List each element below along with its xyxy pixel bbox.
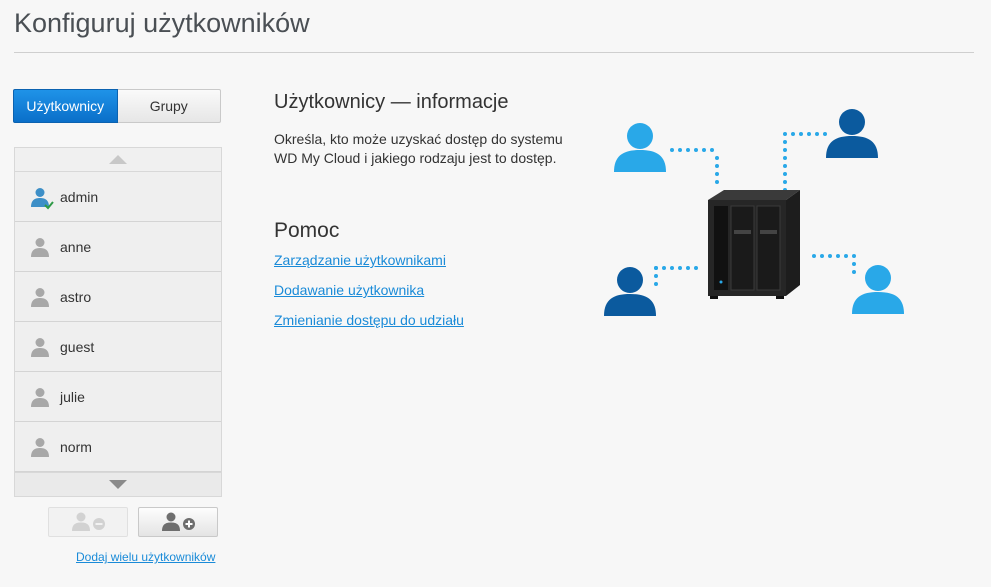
title-divider [14,52,974,53]
person-icon [826,109,878,158]
help-link-change-share-access[interactable]: Zmienianie dostępu do udziału [274,312,464,328]
page-title: Konfiguruj użytkowników [14,8,310,38]
user-icon [29,386,51,408]
user-name: norm [60,438,92,455]
bulk-add-users-link[interactable]: Dodaj wielu użytkowników [76,550,215,564]
check-icon [44,200,54,209]
user-row-julie[interactable]: julie [15,372,221,422]
user-icon [29,436,51,458]
info-title: Użytkownicy — informacje [274,91,509,113]
help-link-manage-users[interactable]: Zarządzanie użytkownikami [274,252,446,268]
tab-bar: Użytkownicy Grupy [13,89,221,123]
info-description: Określa, kto może uzyskać dostęp do syst… [274,131,563,166]
user-name: anne [60,238,92,255]
user-name: guest [60,338,95,355]
user-minus-icon [72,512,105,531]
tab-groups[interactable]: Grupy [117,89,221,123]
help-link-add-user[interactable]: Dodawanie użytkownika [274,282,424,298]
user-row-admin[interactable]: admin [15,172,221,222]
arrow-up-icon [109,155,127,164]
user-row-guest[interactable]: guest [15,322,221,372]
person-icon [614,123,666,172]
user-row-norm[interactable]: norm [15,422,221,472]
person-icon [852,265,904,314]
user-icon [29,236,51,258]
user-name: admin [60,188,99,205]
user-row-anne[interactable]: anne [15,222,221,272]
nas-device-icon [708,190,800,299]
admin-user-icon [29,186,54,209]
user-name: astro [60,288,92,305]
add-user-button[interactable] [138,507,218,537]
tab-users[interactable]: Użytkownicy [13,89,118,123]
user-plus-icon [162,512,195,531]
help-title: Pomoc [274,219,340,242]
person-icon [604,267,656,316]
scroll-up-button[interactable] [15,148,221,172]
user-list: admin anne astro guest julie norm [14,147,222,497]
remove-user-button[interactable] [48,507,128,537]
user-row-astro[interactable]: astro [15,272,221,322]
users-network-illustration [600,100,910,330]
scroll-down-button[interactable] [15,472,221,496]
arrow-down-icon [109,480,127,489]
user-icon [29,286,51,308]
user-name: julie [60,388,85,405]
user-icon [29,336,51,358]
